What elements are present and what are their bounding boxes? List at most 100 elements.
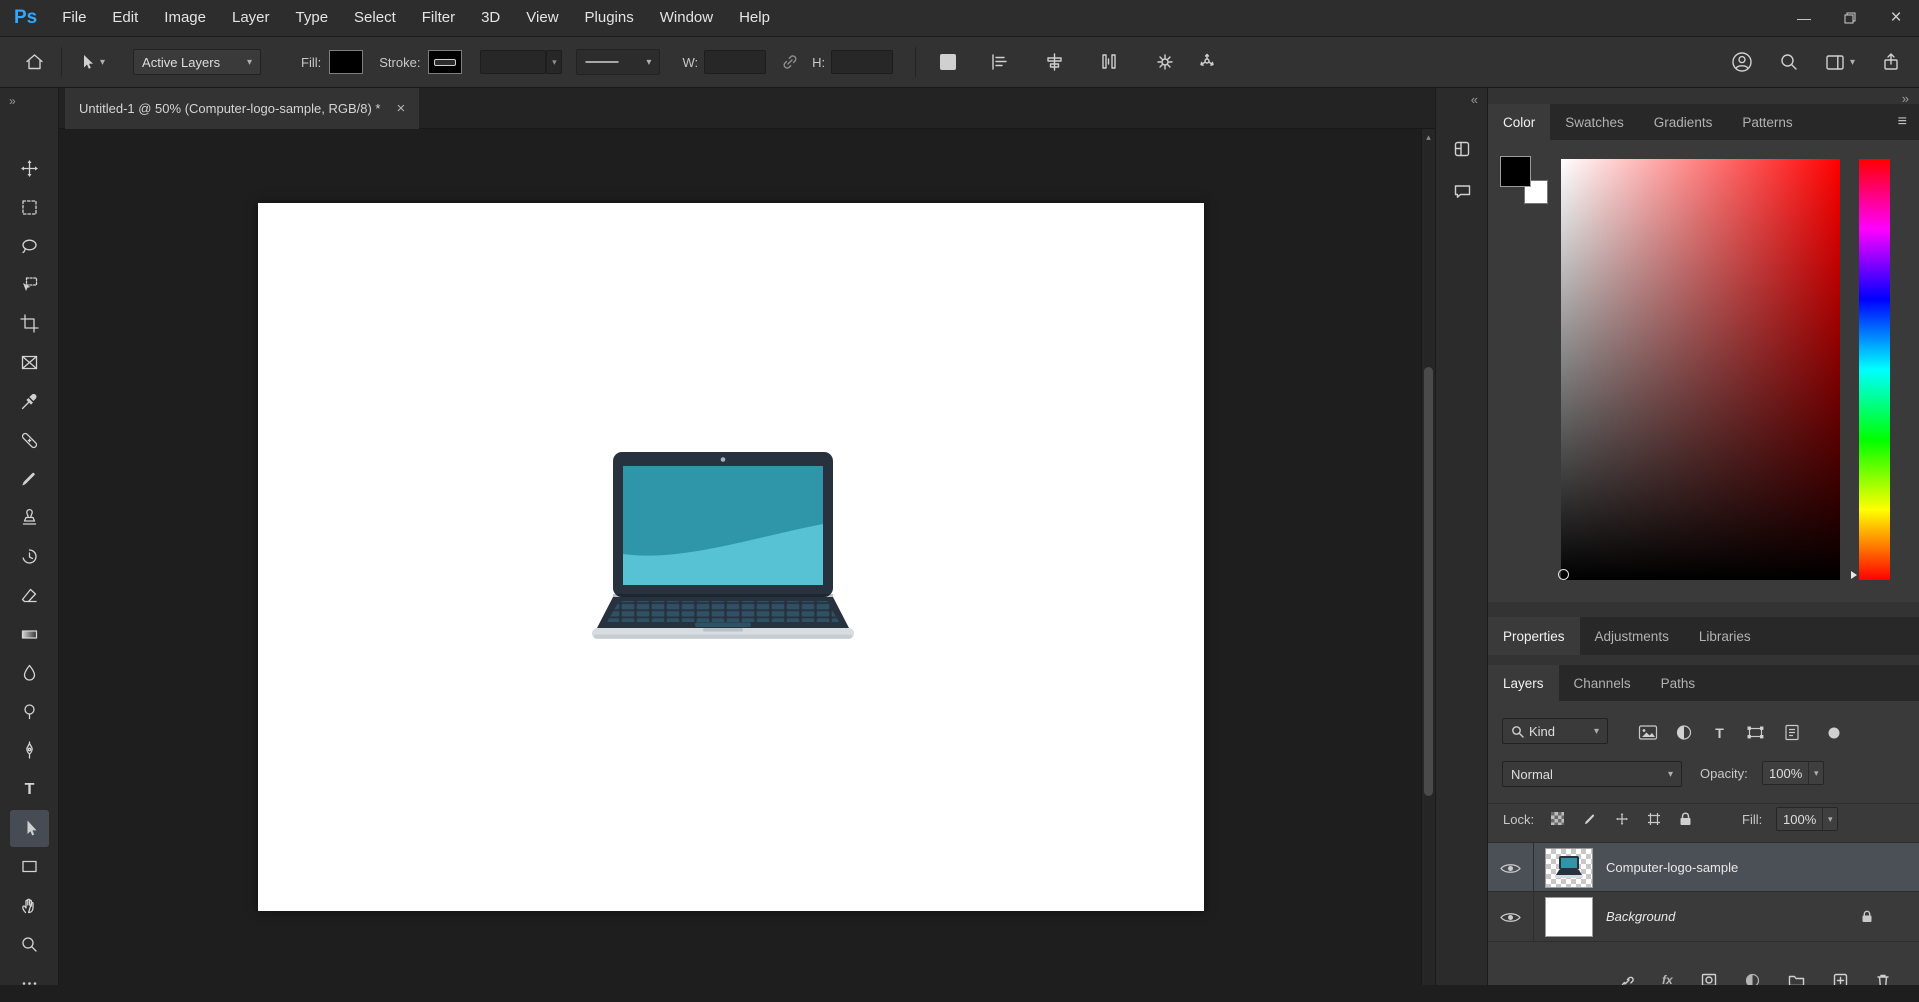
toolbar-expand-button[interactable]: » xyxy=(9,94,14,108)
workspace-button[interactable]: ▾ xyxy=(1825,53,1855,72)
current-tool-button[interactable]: ▾ xyxy=(78,53,105,71)
tool-crop[interactable] xyxy=(10,305,49,342)
visibility-toggle[interactable] xyxy=(1488,843,1534,893)
tool-gradient[interactable] xyxy=(10,616,49,653)
hue-slider-marker[interactable] xyxy=(1851,571,1857,579)
home-button[interactable] xyxy=(24,52,45,72)
kind-filter-dropdown[interactable]: Kind ▾ xyxy=(1502,718,1608,744)
panel-menu-icon[interactable]: ≡ xyxy=(1898,113,1907,131)
menu-view[interactable]: View xyxy=(513,0,571,36)
opacity-value[interactable]: 100% xyxy=(1763,766,1808,781)
height-field[interactable] xyxy=(831,50,893,74)
search-button[interactable] xyxy=(1779,52,1799,72)
menu-3d[interactable]: 3D xyxy=(468,0,513,36)
filter-adjustment-layers-button[interactable] xyxy=(1670,720,1697,745)
foreground-color-swatch[interactable] xyxy=(1500,156,1531,187)
tab-layers[interactable]: Layers xyxy=(1488,665,1559,701)
stroke-swatch[interactable] xyxy=(428,50,462,74)
blend-mode-dropdown[interactable]: Normal ▾ xyxy=(1502,761,1682,787)
delete-layer-button[interactable] xyxy=(1876,973,1890,985)
tab-swatches[interactable]: Swatches xyxy=(1550,104,1639,140)
new-group-button[interactable] xyxy=(1788,973,1805,985)
vertical-scrollbar[interactable]: ▴ xyxy=(1421,129,1435,985)
tab-patterns[interactable]: Patterns xyxy=(1727,104,1807,140)
distribute-button[interactable] xyxy=(1099,52,1119,72)
lock-position-button[interactable] xyxy=(1608,806,1635,831)
collapsed-panel-button-grid[interactable] xyxy=(1446,134,1479,164)
tool-path-selection[interactable] xyxy=(10,810,49,847)
collapsed-panel-button-comments[interactable] xyxy=(1446,176,1479,206)
tool-clone-stamp[interactable] xyxy=(10,499,49,536)
scrollbar-thumb[interactable] xyxy=(1424,367,1433,796)
menu-help[interactable]: Help xyxy=(726,0,783,36)
menu-image[interactable]: Image xyxy=(151,0,219,36)
tool-healing-brush[interactable] xyxy=(10,422,49,459)
tab-paths[interactable]: Paths xyxy=(1646,665,1711,701)
menu-filter[interactable]: Filter xyxy=(409,0,468,36)
tool-eraser[interactable] xyxy=(10,577,49,614)
menu-window[interactable]: Window xyxy=(647,0,726,36)
tool-dodge[interactable] xyxy=(10,693,49,730)
restore-button[interactable] xyxy=(1827,0,1873,36)
tab-adjustments[interactable]: Adjustments xyxy=(1580,617,1684,655)
lock-artboard-button[interactable] xyxy=(1640,806,1667,831)
tool-pen[interactable] xyxy=(10,732,49,769)
lock-pixels-button[interactable] xyxy=(1576,806,1603,831)
width-field[interactable] xyxy=(704,50,766,74)
tab-color[interactable]: Color xyxy=(1488,104,1550,140)
select-mode-dropdown[interactable]: Active Layers ▾ xyxy=(133,49,261,75)
3d-widget-button[interactable] xyxy=(1197,52,1217,72)
filter-shape-layers-button[interactable] xyxy=(1742,720,1769,745)
tool-rectangular-marquee[interactable] xyxy=(10,189,49,226)
tab-properties[interactable]: Properties xyxy=(1488,617,1580,655)
fill-value[interactable]: 100% xyxy=(1777,812,1822,827)
tool-zoom[interactable] xyxy=(10,926,49,963)
canvas[interactable] xyxy=(258,203,1204,911)
opacity-control[interactable]: 100% ▾ xyxy=(1762,761,1824,785)
layer-effects-button[interactable]: fx xyxy=(1662,973,1673,985)
menu-file[interactable]: File xyxy=(49,0,99,36)
tab-libraries[interactable]: Libraries xyxy=(1684,617,1766,655)
menu-edit[interactable]: Edit xyxy=(99,0,151,36)
chevron-down-icon[interactable]: ▾ xyxy=(1808,762,1823,784)
lock-all-button[interactable] xyxy=(1672,806,1699,831)
chevron-down-icon[interactable]: ▾ xyxy=(546,50,562,74)
layer-name[interactable]: Computer-logo-sample xyxy=(1606,843,1738,893)
color-picker-cursor[interactable] xyxy=(1558,569,1569,580)
layer-row-background[interactable]: Background xyxy=(1488,892,1919,942)
menu-select[interactable]: Select xyxy=(341,0,409,36)
scroll-up-arrow[interactable]: ▴ xyxy=(1422,132,1435,143)
tool-object-selection[interactable] xyxy=(10,266,49,303)
menu-type[interactable]: Type xyxy=(283,0,342,36)
new-layer-button[interactable] xyxy=(1833,973,1848,985)
path-operations-button[interactable] xyxy=(940,54,956,70)
tool-frame[interactable] xyxy=(10,344,49,381)
tool-edit-toolbar[interactable] xyxy=(10,965,49,1002)
stroke-type-dropdown[interactable]: ▾ xyxy=(576,49,660,75)
new-adjustment-button[interactable] xyxy=(1745,973,1760,985)
tool-hand[interactable] xyxy=(10,887,49,924)
fill-swatch[interactable] xyxy=(329,50,363,74)
document-tab[interactable]: Untitled-1 @ 50% (Computer-logo-sample, … xyxy=(65,88,419,129)
tool-history-brush[interactable] xyxy=(10,538,49,575)
menu-plugins[interactable]: Plugins xyxy=(572,0,647,36)
hue-slider[interactable] xyxy=(1859,159,1890,580)
tool-move[interactable] xyxy=(10,150,49,187)
path-arrangement-button[interactable] xyxy=(1044,52,1065,72)
lock-transparency-button[interactable] xyxy=(1544,806,1571,831)
add-mask-button[interactable] xyxy=(1701,973,1717,985)
layer-thumbnail[interactable] xyxy=(1545,848,1593,888)
filter-smart-objects-button[interactable] xyxy=(1778,720,1805,745)
tool-lasso[interactable] xyxy=(10,228,49,265)
filter-pixel-layers-button[interactable] xyxy=(1634,720,1661,745)
settings-button[interactable] xyxy=(1155,52,1175,72)
saturation-brightness-picker[interactable] xyxy=(1561,159,1840,580)
close-tab-icon[interactable]: × xyxy=(396,100,405,117)
tool-brush[interactable] xyxy=(10,460,49,497)
layer-row-computer-logo-sample[interactable]: Computer-logo-sample xyxy=(1488,842,1919,892)
minimize-button[interactable]: — xyxy=(1781,0,1827,36)
visibility-toggle[interactable] xyxy=(1488,892,1534,942)
expand-dock-button[interactable]: « xyxy=(1471,92,1478,107)
tab-gradients[interactable]: Gradients xyxy=(1639,104,1728,140)
layer-filter-toggle[interactable] xyxy=(1820,720,1847,745)
